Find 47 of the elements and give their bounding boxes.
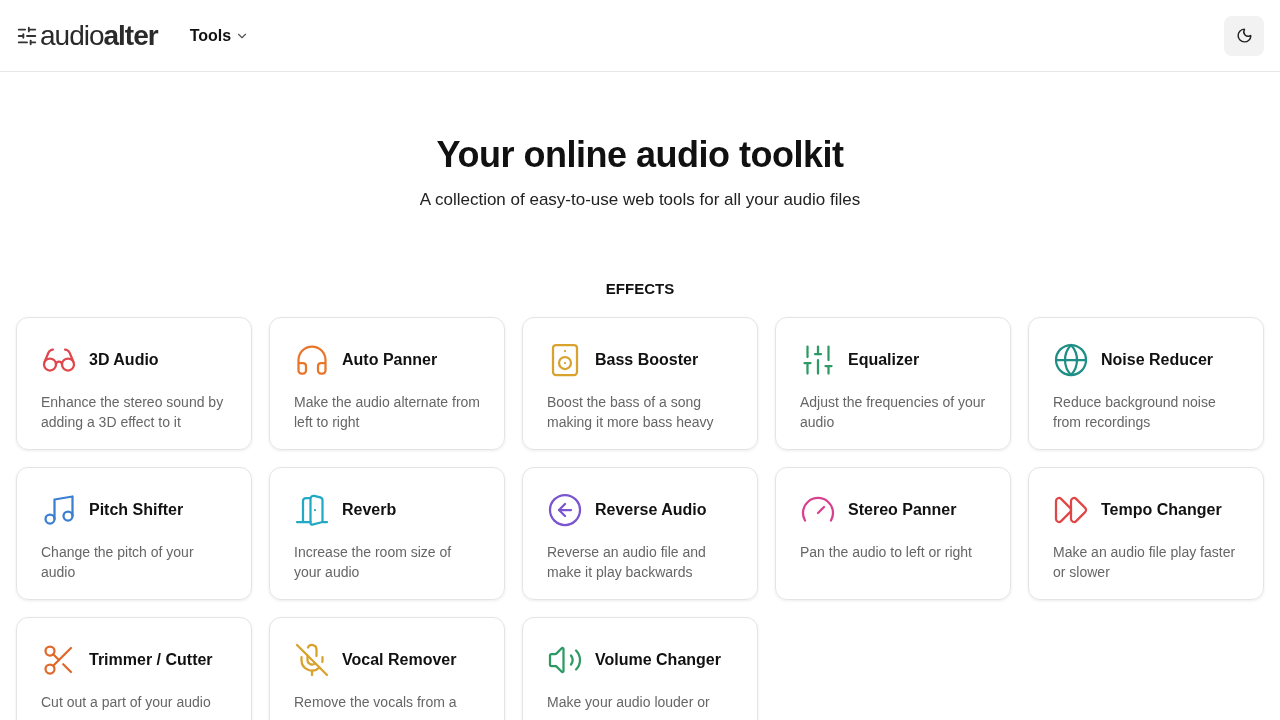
tool-description: Adjust the frequencies of your audio: [800, 393, 987, 432]
sliders-icon: [16, 24, 38, 47]
page-subtitle: A collection of easy-to-use web tools for all your audio files: [419, 190, 861, 210]
page-title: Your online audio toolkit: [436, 134, 844, 176]
tool-title: Tempo Changer: [1101, 501, 1222, 519]
tool-title: Bass Booster: [595, 351, 699, 369]
tool-card[interactable]: Pitch Shifter Change the pitch of your audio: [16, 467, 252, 600]
section-title: EFFECTS: [604, 280, 676, 297]
tool-description: Cut out a part of your audio: [41, 693, 212, 712]
tool-title: Trimmer / Cutter: [89, 651, 213, 669]
tool-title: Reverb: [342, 501, 397, 519]
tool-card[interactable]: Equalizer Adjust the frequencies of your audio: [775, 317, 1011, 450]
tool-description: Make the audio alternate from left to right: [294, 393, 481, 432]
tool-description: Reverse an audio file and make it play backwards: [547, 543, 707, 582]
tool-description: Make your audio louder or: [547, 693, 711, 712]
tool-description: Pan the audio to left or right: [800, 543, 973, 562]
tool-description: Change the pitch of your audio: [41, 543, 195, 582]
tool-title: 3D Audio: [89, 351, 159, 369]
tool-description: Reduce background noise from recordings: [1053, 393, 1217, 432]
tool-card[interactable]: 3D Audio Enhance the stereo sound by adding a 3D effect to it: [16, 317, 252, 450]
tool-description: Enhance the stereo sound by adding a 3D effect to it: [41, 393, 225, 432]
tool-card[interactable]: Vocal Remover Remove the vocals from a: [269, 617, 505, 720]
tools-menu[interactable]: Tools: [189, 26, 250, 45]
tool-card[interactable]: Stereo Panner Pan the audio to left or right: [775, 467, 1011, 600]
tool-description: Make an audio file play faster or slower: [1053, 543, 1237, 582]
tool-card[interactable]: Auto Panner Make the audio alternate from left to right: [269, 317, 505, 450]
tool-description: Increase the room size of your audio: [294, 543, 453, 582]
tool-card[interactable]: Trimmer / Cutter Cut out a part of your audio: [16, 617, 252, 720]
tool-title: Volume Changer: [595, 651, 721, 669]
tool-title: Noise Reducer: [1101, 351, 1214, 369]
tool-card[interactable]: Bass Booster Boost the bass of a song making it more bass heavy: [522, 317, 758, 450]
tool-description: Remove the vocals from a: [294, 693, 458, 712]
tool-title: Equalizer: [848, 351, 920, 369]
dark-mode-button[interactable]: [1224, 15, 1264, 56]
moon-icon: [1235, 27, 1253, 44]
tool-title: Auto Panner: [342, 351, 438, 369]
tool-title: Reverse Audio: [595, 501, 707, 519]
tool-description: Boost the bass of a song making it more bass heavy: [547, 393, 715, 432]
tool-card[interactable]: Noise Reducer Reduce background noise from recordings: [1028, 317, 1264, 450]
tool-title: Pitch Shifter: [89, 501, 184, 519]
tool-card[interactable]: Reverb Increase the room size of your audio: [269, 467, 505, 600]
tool-title: Vocal Remover: [342, 651, 457, 669]
tool-card[interactable]: Tempo Changer Make an audio file play faster or slower: [1028, 467, 1264, 600]
tool-title: Stereo Panner: [848, 501, 957, 519]
tool-card[interactable]: Volume Changer Make your audio louder or: [522, 617, 758, 720]
logo[interactable]: audioalter: [16, 19, 158, 52]
tool-card[interactable]: Reverse Audio Reverse an audio file and make it play backwards: [522, 467, 758, 600]
